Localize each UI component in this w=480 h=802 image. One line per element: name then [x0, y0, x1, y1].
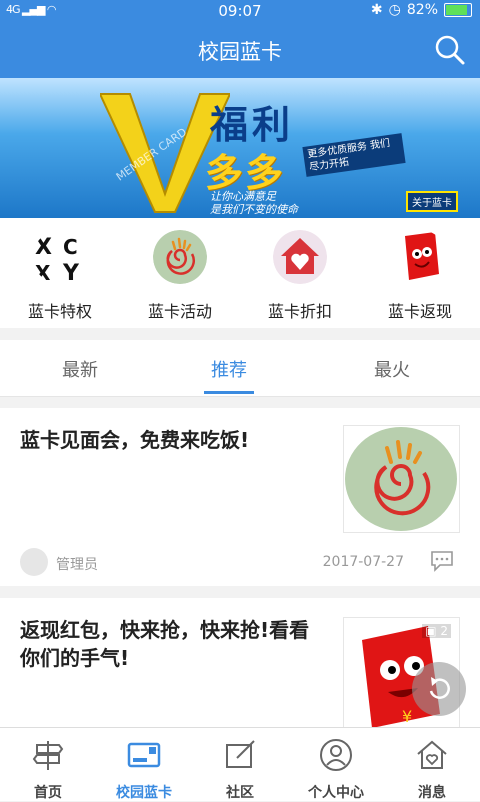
post-thumbnail[interactable] [343, 425, 460, 533]
post-card[interactable]: 返现红包，快来抢，快来抢!看看你们的手气! ¥ ▣ 2 [0, 598, 480, 727]
tab-latest[interactable]: 最新 [0, 356, 160, 382]
feature-grid: X C X Y 蓝卡特权 蓝卡活动 蓝卡折扣 蓝卡返现 [0, 218, 480, 328]
about-link[interactable]: 关于蓝卡 [406, 191, 458, 212]
feature-label: 蓝卡折扣 [267, 302, 332, 321]
nav-messages[interactable]: 消息 [384, 738, 480, 802]
svg-text:X: X [35, 235, 52, 260]
post-meta: 管理员 2017-07-27 [20, 548, 460, 578]
banner-slogan: 让你心满意足 是我们不变的使命 [210, 190, 298, 216]
content-tabs: 最新 推荐 最火 [0, 340, 480, 397]
nav-community[interactable]: 社区 [192, 738, 288, 802]
feature-activity[interactable]: 蓝卡活动 [120, 230, 240, 322]
feature-label: 蓝卡活动 [147, 302, 212, 321]
post-date: 2017-07-27 [322, 554, 404, 570]
status-bar: 4G ▂▄▆ ◠ 09:07 ✱ ◷ 82% [0, 0, 480, 22]
active-tab-indicator [204, 391, 254, 394]
status-right: ✱ ◷ 82% [371, 2, 472, 18]
nav-label: 首页 [34, 785, 62, 801]
nav-profile[interactable]: 个人中心 [288, 738, 384, 802]
svg-text:Y: Y [62, 261, 80, 284]
banner-tag: 更多优质服务 我们尽力开拓 [302, 133, 406, 177]
nav-label: 消息 [418, 785, 446, 801]
nav-label: 校园蓝卡 [116, 785, 172, 801]
bluetooth-icon: ✱ [370, 2, 383, 18]
feature-label: 蓝卡返现 [387, 302, 452, 321]
feature-label: 蓝卡特权 [27, 302, 92, 321]
banner-slogan-line-2: 是我们不变的使命 [210, 203, 298, 216]
user-icon [320, 739, 352, 771]
banner-headline-2: 多多 [205, 151, 286, 195]
nav-label: 个人中心 [308, 785, 364, 801]
comment-icon[interactable] [430, 550, 454, 572]
svg-text:X: X [35, 261, 51, 284]
feature-privilege[interactable]: X C X Y 蓝卡特权 [0, 230, 120, 322]
tab-hottest[interactable]: 最火 [312, 356, 472, 382]
feature-cashback[interactable]: 蓝卡返现 [360, 230, 480, 322]
battery-icon [444, 3, 472, 17]
promo-banner[interactable]: MEMBER CARD 福利 多多 更多优质服务 我们尽力开拓 让你心满意足 是… [0, 78, 480, 218]
search-icon[interactable] [434, 34, 466, 66]
image-count: 2 [440, 624, 448, 638]
banner-headline-1: 福利 [210, 103, 295, 147]
svg-text:C: C [63, 235, 78, 259]
swirl-logo-icon [345, 427, 457, 531]
bottom-navigation: 首页 校园蓝卡 社区 个人中心 消息 [0, 727, 480, 801]
tab-recommended[interactable]: 推荐 [149, 356, 309, 382]
svg-text:¥: ¥ [402, 707, 412, 726]
edit-icon [226, 740, 255, 768]
image-count-badge: ▣ 2 [422, 624, 451, 638]
alarm-icon: ◷ [388, 2, 401, 18]
signpost-icon [32, 741, 64, 770]
swirl-logo-icon [153, 230, 207, 284]
app-header: 校园蓝卡 [0, 22, 480, 78]
nav-home[interactable]: 首页 [0, 738, 96, 802]
feature-discount[interactable]: 蓝卡折扣 [240, 230, 360, 322]
house-heart-icon [273, 230, 327, 284]
red-envelope-icon [405, 232, 439, 280]
refresh-button[interactable] [412, 662, 466, 716]
post-title[interactable]: 蓝卡见面会，免费来吃饭! [20, 426, 320, 454]
post-card[interactable]: 蓝卡见面会，免费来吃饭! 管理员 2017-07-27 [0, 408, 480, 586]
home-heart-icon [417, 740, 447, 769]
post-author[interactable]: 管理员 [56, 554, 98, 574]
xcxy-icon: X C X Y [35, 235, 80, 286]
nav-label: 社区 [226, 785, 254, 801]
nav-campus-card[interactable]: 校园蓝卡 [96, 738, 192, 802]
card-icon [127, 742, 161, 768]
post-title[interactable]: 返现红包，快来抢，快来抢!看看你们的手气! [20, 616, 320, 672]
battery-percent: 82% [406, 2, 438, 18]
banner-slogan-line-1: 让你心满意足 [210, 190, 276, 203]
refresh-icon [429, 677, 450, 699]
page-title: 校园蓝卡 [198, 40, 282, 64]
avatar[interactable] [20, 548, 48, 576]
